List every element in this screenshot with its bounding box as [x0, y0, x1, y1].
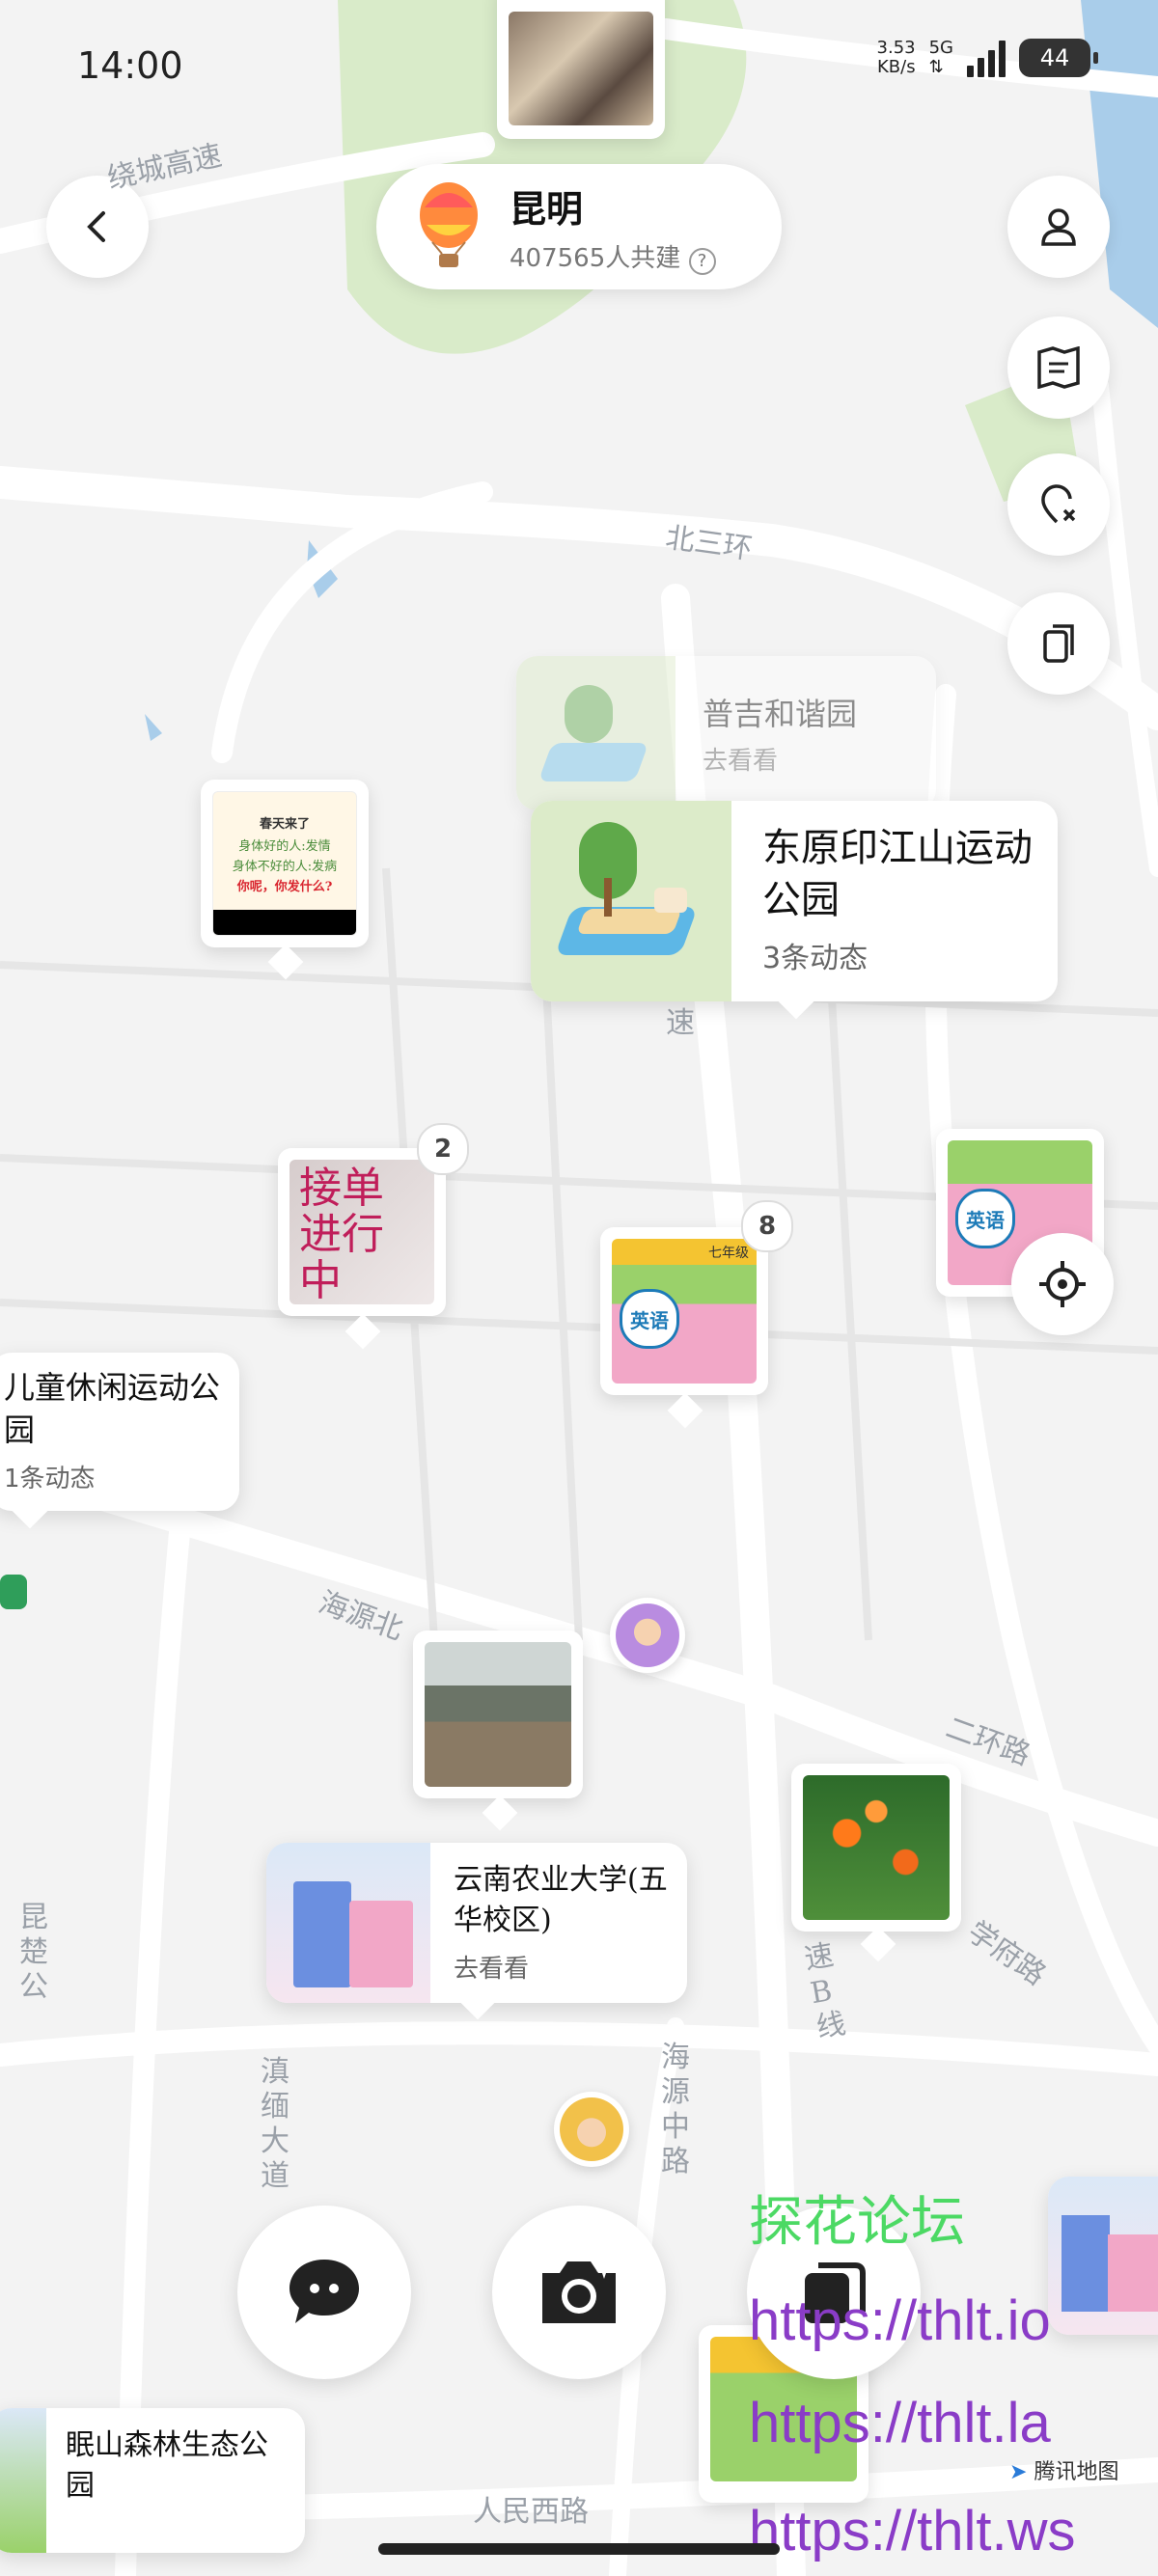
hot-air-balloon-icon [420, 182, 478, 267]
watermark-url: https://thlt.la [749, 2392, 1051, 2454]
poster-image: 春天来了 身体好的人:发情 身体不好的人:发病 你呢，你发什么? [212, 791, 357, 936]
order-image: 接单进行中 [290, 1160, 434, 1304]
pin-count-badge: 8 [741, 1200, 793, 1252]
crosshair-icon [1039, 1261, 1086, 1307]
signal-icon [967, 39, 1006, 77]
map-book-icon [1037, 346, 1080, 389]
place-count: 3条动态 [762, 942, 868, 975]
food-photo [509, 12, 653, 125]
place-action[interactable]: 去看看 [703, 741, 857, 777]
tencent-map-logo: ➤ [1009, 2460, 1028, 2484]
photo-pin-poster[interactable]: 春天来了 身体好的人:发情 身体不好的人:发病 你呢，你发什么? [201, 780, 369, 947]
place-title: 眠山森林生态公园 [66, 2428, 268, 2503]
watermark-url: https://thlt.ws [749, 2500, 1076, 2562]
photo-pin-english-book[interactable]: 七年级 英语 [600, 1227, 768, 1395]
place-card-mianshan[interactable]: 眠山森林生态公园 [0, 2408, 305, 2553]
photo-pin-order[interactable]: 接单进行中 [278, 1148, 446, 1316]
status-time: 14:00 [77, 44, 183, 87]
locate-button[interactable] [1011, 1233, 1114, 1335]
map-book-button[interactable] [1007, 316, 1110, 419]
flower-photo [803, 1775, 950, 1920]
help-icon[interactable]: ? [688, 247, 716, 275]
place-title: 儿童休闲运动公园 [4, 1369, 221, 1448]
camera-button[interactable] [492, 2206, 666, 2379]
photo-pin-lake[interactable] [413, 1631, 583, 1798]
road-label: 人民西路 [473, 2495, 589, 2529]
city-pill[interactable]: 昆明 407565人共建 ? [376, 164, 782, 289]
chat-button[interactable] [237, 2206, 411, 2379]
net-speed: 3.53 KB/s [876, 38, 916, 77]
network-type: 5G ⇅ [928, 38, 953, 77]
city-name: 昆明 [510, 187, 584, 231]
profile-button[interactable] [1007, 176, 1110, 278]
photo-pin-flowers[interactable] [791, 1764, 961, 1932]
chat-bubble-icon [290, 2260, 359, 2323]
place-title: 普吉和谐园 [703, 696, 858, 732]
road-label: 海源中路 [661, 2041, 690, 2179]
road-label: 昆楚公 [19, 1901, 48, 2004]
island-illustration [531, 801, 731, 1001]
place-card-children-park[interactable]: 儿童休闲运动公园 1条动态 [0, 1353, 239, 1511]
metro-icon [0, 1575, 27, 1609]
place-card-dongyuan[interactable]: 东原印江山运动公园 3条动态 [531, 801, 1058, 1001]
pin-x-icon [1041, 484, 1076, 524]
road-label: 滇缅大道 [261, 2055, 290, 2193]
home-indicator[interactable] [378, 2543, 780, 2555]
english-book-image: 七年级 英语 [612, 1239, 757, 1384]
location-clear-button[interactable] [1007, 453, 1110, 556]
place-card-edge[interactable] [1048, 2177, 1158, 2335]
watermark-url: https://thlt.io [749, 2289, 1051, 2352]
place-title: 云南农业大学(五华校区) [454, 1863, 668, 1937]
pin-count-badge: 2 [417, 1123, 469, 1175]
city-contributors: 407565人共建 ? [510, 238, 716, 275]
road-label: 速 [666, 1006, 695, 1040]
place-title: 东原印江山运动公园 [762, 826, 1033, 922]
island-illustration [516, 656, 676, 810]
avatar[interactable] [554, 2092, 629, 2167]
cards-button[interactable] [1007, 592, 1110, 695]
place-card-yunnan-agri[interactable]: 云南农业大学(五华校区) 去看看 [266, 1843, 687, 2003]
status-indicators: 3.53 KB/s 5G ⇅ 44 [876, 38, 1098, 77]
place-action[interactable]: 去看看 [454, 1949, 676, 1985]
photo-pin-food[interactable] [497, 0, 665, 139]
place-thumbnail [0, 2408, 46, 2553]
map-attribution: ➤ 腾讯地图 [1009, 2460, 1119, 2484]
user-icon [1041, 208, 1076, 246]
camera-icon [542, 2261, 616, 2323]
place-count: 1条动态 [4, 1465, 96, 1494]
lake-photo [425, 1642, 571, 1787]
place-card-pujie[interactable]: 普吉和谐园 去看看 [516, 656, 936, 810]
chevron-left-icon [87, 211, 105, 242]
battery-icon: 44 [1019, 39, 1098, 77]
cards-icon [1043, 624, 1074, 663]
avatar[interactable] [610, 1598, 685, 1673]
watermark-forum: 探花论坛 [749, 2191, 965, 2254]
building-illustration [266, 1843, 430, 2003]
building-illustration [1048, 2177, 1158, 2335]
